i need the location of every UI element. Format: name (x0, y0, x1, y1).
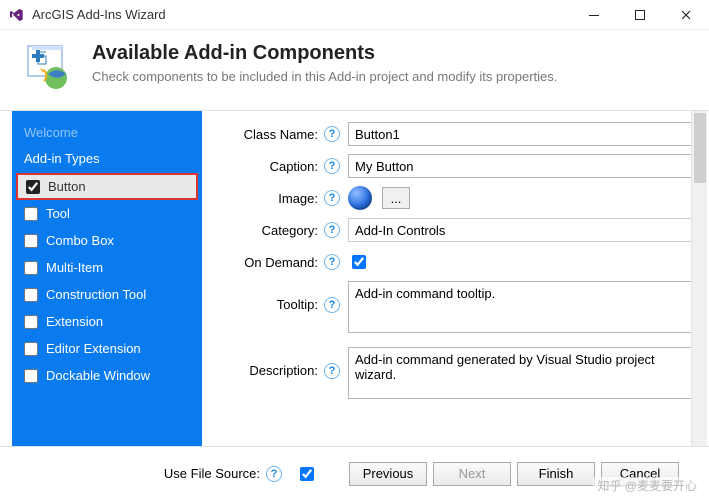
sidebar-item-extension[interactable]: Extension (12, 308, 202, 335)
sidebar: Welcome Add-in Types Button Tool Combo Box… (12, 111, 202, 456)
properties-form: Class Name: ? Caption: ? Image: ? ... Ca… (202, 111, 709, 456)
wizard-content: Welcome Add-in Types Button Tool Combo Box… (0, 111, 709, 456)
sidebar-item-editor-extension[interactable]: Editor Extension (12, 335, 202, 362)
label-category: Category: (224, 223, 324, 238)
addin-type-checkbox[interactable] (24, 342, 38, 356)
help-icon[interactable]: ? (324, 190, 340, 206)
ondemand-checkbox[interactable] (352, 255, 366, 269)
help-icon[interactable]: ? (324, 254, 340, 270)
help-icon[interactable]: ? (266, 466, 282, 482)
label-use-file-source: Use File Source: (164, 466, 260, 481)
minimize-button[interactable] (571, 0, 617, 30)
close-button[interactable] (663, 0, 709, 30)
label-class-name: Class Name: (224, 127, 324, 142)
sidebar-item-tool[interactable]: Tool (12, 200, 202, 227)
help-icon[interactable]: ? (324, 297, 340, 313)
description-textarea[interactable]: Add-in command generated by Visual Studi… (348, 347, 693, 399)
addin-wizard-icon (22, 42, 74, 94)
form-scrollbar[interactable] (691, 111, 707, 456)
watermark-text: 知乎 @麦麦要开心 (593, 477, 701, 494)
sidebar-item-multi-item[interactable]: Multi-Item (12, 254, 202, 281)
page-subtitle: Check components to be included in this … (92, 69, 557, 84)
addin-type-list: Button Tool Combo Box Multi-Item Constructio… (12, 171, 202, 391)
sidebar-item-label: Combo Box (46, 233, 114, 248)
category-input[interactable] (348, 218, 693, 242)
sidebar-item-label: Button (48, 179, 86, 194)
sidebar-item-label: Dockable Window (46, 368, 150, 383)
page-title: Available Add-in Components (92, 42, 557, 65)
label-tooltip: Tooltip: (224, 281, 324, 312)
sidebar-item-construction-tool[interactable]: Construction Tool (12, 281, 202, 308)
titlebar: ArcGIS Add-Ins Wizard (0, 0, 709, 30)
addin-type-checkbox[interactable] (24, 234, 38, 248)
label-image: Image: (224, 191, 324, 206)
sidebar-tab-welcome[interactable]: Welcome (12, 121, 202, 146)
addin-type-checkbox[interactable] (24, 207, 38, 221)
window-buttons (571, 0, 709, 30)
addin-type-checkbox[interactable] (24, 369, 38, 383)
label-caption: Caption: (224, 159, 324, 174)
finish-button[interactable]: Finish (517, 462, 595, 486)
addin-type-checkbox[interactable] (24, 288, 38, 302)
previous-button[interactable]: Previous (349, 462, 427, 486)
maximize-button[interactable] (617, 0, 663, 30)
addin-type-checkbox[interactable] (24, 261, 38, 275)
help-icon[interactable]: ? (324, 126, 340, 142)
addin-type-checkbox[interactable] (24, 315, 38, 329)
help-icon[interactable]: ? (324, 222, 340, 238)
visual-studio-icon (8, 7, 24, 23)
next-button[interactable]: Next (433, 462, 511, 486)
label-description: Description: (224, 347, 324, 378)
window-title: ArcGIS Add-Ins Wizard (32, 7, 571, 22)
help-icon[interactable]: ? (324, 158, 340, 174)
use-file-source-checkbox[interactable] (300, 467, 314, 481)
sidebar-item-label: Extension (46, 314, 103, 329)
sidebar-item-combo-box[interactable]: Combo Box (12, 227, 202, 254)
sidebar-section-addin-types: Add-in Types (12, 146, 202, 171)
tooltip-textarea[interactable]: Add-in command tooltip. (348, 281, 693, 333)
caption-input[interactable] (348, 154, 693, 178)
browse-image-button[interactable]: ... (382, 187, 410, 209)
sidebar-item-label: Editor Extension (46, 341, 141, 356)
sidebar-item-label: Multi-Item (46, 260, 103, 275)
help-icon[interactable]: ? (324, 363, 340, 379)
sidebar-item-dockable-window[interactable]: Dockable Window (12, 362, 202, 389)
label-ondemand: On Demand: (224, 255, 324, 270)
addin-type-checkbox[interactable] (26, 180, 40, 194)
sidebar-item-label: Construction Tool (46, 287, 146, 302)
wizard-header: Available Add-in Components Check compon… (0, 30, 709, 111)
image-preview-icon (348, 186, 372, 210)
sidebar-item-label: Tool (46, 206, 70, 221)
class-name-input[interactable] (348, 122, 693, 146)
sidebar-item-button[interactable]: Button (16, 173, 198, 200)
